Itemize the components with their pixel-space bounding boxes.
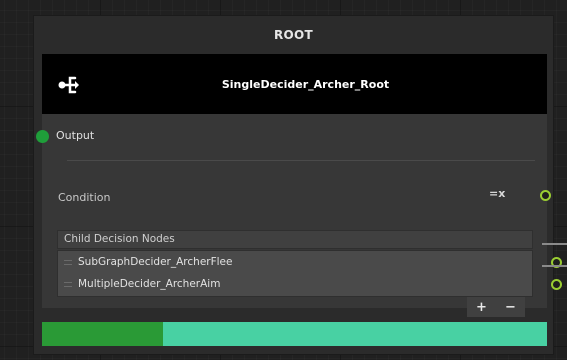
- condition-port[interactable]: [540, 190, 551, 201]
- drag-handle-icon[interactable]: [64, 260, 72, 265]
- child-port[interactable]: [551, 279, 562, 290]
- connection-wire: [542, 243, 567, 245]
- drag-handle-icon[interactable]: [64, 282, 72, 287]
- list-footer: + −: [467, 297, 525, 317]
- list-item-label: MultipleDecider_ArcherAim: [78, 278, 221, 290]
- condition-label: Condition: [58, 191, 111, 204]
- output-label: Output: [56, 129, 95, 142]
- node-body: Output Condition =x Child Decision Nodes…: [36, 114, 562, 317]
- add-item-button[interactable]: +: [476, 300, 487, 315]
- remove-item-button[interactable]: −: [505, 300, 516, 315]
- child-list-header: Child Decision Nodes: [57, 230, 533, 249]
- node-header[interactable]: SingleDecider_Archer_Root: [42, 54, 547, 114]
- execution-progress-bar: [42, 322, 547, 346]
- condition-filter-icon[interactable]: =x: [489, 187, 505, 200]
- progress-fill: [42, 322, 164, 346]
- node-title: ROOT: [273, 28, 314, 42]
- list-item[interactable]: SubGraphDecider_ArcherFlee: [58, 252, 562, 273]
- output-port[interactable]: [36, 130, 49, 143]
- list-item-label: SubGraphDecider_ArcherFlee: [78, 256, 233, 268]
- list-item[interactable]: MultipleDecider_ArcherAim: [58, 274, 562, 295]
- separator: [67, 160, 535, 161]
- connection-wire: [542, 265, 567, 267]
- decider-node[interactable]: ROOT SingleDecider_Archer_Root Output Co…: [33, 15, 562, 355]
- node-name: SingleDecider_Archer_Root: [221, 77, 390, 91]
- child-list: SubGraphDecider_ArcherFlee MultipleDecid…: [57, 250, 562, 297]
